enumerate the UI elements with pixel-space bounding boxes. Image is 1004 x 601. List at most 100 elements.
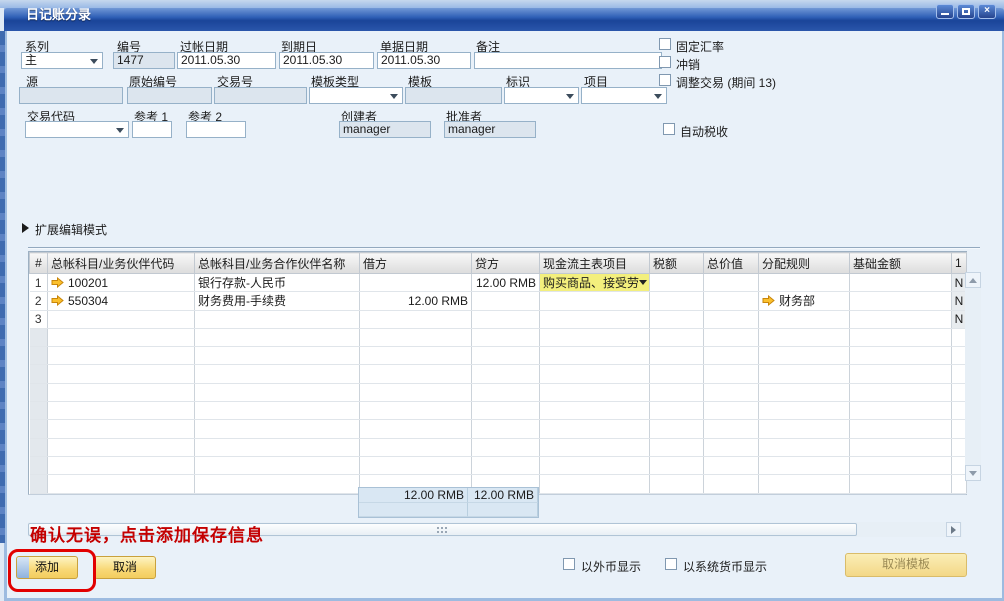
cell-gross-value[interactable] [704, 438, 759, 456]
cell-row-number[interactable]: 1 [30, 274, 48, 292]
cell-account-name[interactable] [195, 383, 360, 401]
cell-cashflow-item[interactable] [540, 402, 650, 420]
cell-account-name[interactable] [195, 402, 360, 420]
link-arrow-icon[interactable] [51, 295, 64, 306]
cell-cashflow-item[interactable] [540, 347, 650, 365]
origin-no-field[interactable] [127, 87, 212, 104]
column-header[interactable]: 1 [952, 253, 967, 274]
cell-distribution-rule[interactable]: 财务部 [759, 292, 850, 310]
cell-base-amount[interactable] [850, 310, 952, 328]
cell-debit[interactable]: 12.00 RMB [360, 292, 472, 310]
cell-row-number[interactable] [30, 420, 48, 438]
cell-distribution-rule[interactable] [759, 365, 850, 383]
column-header[interactable]: # [30, 253, 48, 274]
cell-base-amount[interactable] [850, 456, 952, 474]
cell-gross-value[interactable] [704, 292, 759, 310]
ref1-field[interactable] [132, 121, 172, 138]
cell-distribution-rule[interactable] [759, 456, 850, 474]
column-header[interactable]: 贷方 [472, 253, 540, 274]
display-sc-checkbox[interactable] [665, 558, 677, 570]
cell-row-number[interactable]: 2 [30, 292, 48, 310]
cell-account-name[interactable] [195, 310, 360, 328]
ref2-field[interactable] [186, 121, 246, 138]
cell-cashflow-item[interactable] [540, 310, 650, 328]
maximize-button[interactable] [957, 4, 975, 19]
cell-cashflow-item[interactable] [540, 365, 650, 383]
cell-row-number[interactable] [30, 438, 48, 456]
cell-cashflow-item[interactable] [540, 438, 650, 456]
number-field[interactable]: 1477 [113, 52, 175, 69]
cell-credit[interactable] [472, 420, 540, 438]
cell-cashflow-item[interactable] [540, 328, 650, 346]
cell-gross-value[interactable] [704, 420, 759, 438]
cell-cashflow-item[interactable]: 购买商品、接受劳 [540, 274, 650, 292]
cell-debit[interactable] [360, 274, 472, 292]
cell-distribution-rule[interactable] [759, 310, 850, 328]
cell-debit[interactable] [360, 365, 472, 383]
cell-base-amount[interactable] [850, 292, 952, 310]
vertical-scrollbar[interactable] [965, 272, 981, 481]
column-header[interactable]: 借方 [360, 253, 472, 274]
cell-distribution-rule[interactable] [759, 383, 850, 401]
cell-credit[interactable] [472, 456, 540, 474]
column-header[interactable]: 总帐科目/业务合作伙伴名称 [195, 253, 360, 274]
cell-account-name[interactable] [195, 438, 360, 456]
cell-base-amount[interactable] [850, 347, 952, 365]
scroll-up-button[interactable] [965, 272, 981, 288]
cell-credit[interactable] [472, 347, 540, 365]
link-arrow-icon[interactable] [51, 277, 64, 288]
cell-account-name[interactable] [195, 328, 360, 346]
cell-account-code[interactable] [48, 402, 195, 420]
column-header[interactable]: 税额 [650, 253, 704, 274]
cell-account-name[interactable] [195, 347, 360, 365]
cell-account-code[interactable] [48, 475, 195, 493]
scroll-down-button[interactable] [965, 465, 981, 481]
cell-credit[interactable] [472, 365, 540, 383]
trans-code-select[interactable] [25, 121, 129, 138]
due-date-field[interactable]: 2011.05.30 [279, 52, 374, 69]
cell-account-code[interactable] [48, 420, 195, 438]
cell-account-code[interactable]: 100201 [48, 274, 195, 292]
cell-base-amount[interactable] [850, 274, 952, 292]
cell-base-amount[interactable] [850, 438, 952, 456]
cell-debit[interactable] [360, 383, 472, 401]
cell-account-code[interactable] [48, 365, 195, 383]
cell-account-name[interactable] [195, 365, 360, 383]
cell-tax-amount[interactable] [650, 438, 704, 456]
cell-debit[interactable] [360, 310, 472, 328]
cell-row-number[interactable] [30, 456, 48, 474]
trans-no-field[interactable] [214, 87, 307, 104]
cell-account-name[interactable]: 财务费用-手续费 [195, 292, 360, 310]
cell-account-code[interactable] [48, 438, 195, 456]
cell-debit[interactable] [360, 347, 472, 365]
cancel-button[interactable]: 取消 [94, 556, 156, 579]
cell-base-amount[interactable] [850, 475, 952, 493]
cell-account-code[interactable] [48, 310, 195, 328]
cell-account-name[interactable]: 银行存款-人民币 [195, 274, 360, 292]
cell-cashflow-item[interactable] [540, 383, 650, 401]
cancel-template-button[interactable]: 取消模板 [845, 553, 967, 577]
template-type-select[interactable] [309, 87, 403, 104]
cell-distribution-rule[interactable] [759, 420, 850, 438]
cell-gross-value[interactable] [704, 347, 759, 365]
cell-tax-amount[interactable] [650, 456, 704, 474]
auto-tax-checkbox[interactable] [663, 123, 675, 135]
cell-account-name[interactable] [195, 456, 360, 474]
cell-debit[interactable] [360, 420, 472, 438]
column-header[interactable]: 总价值 [704, 253, 759, 274]
cell-tax-amount[interactable] [650, 475, 704, 493]
display-fc-checkbox[interactable] [563, 558, 575, 570]
cell-credit[interactable] [472, 383, 540, 401]
expanded-edit-mode-toggle[interactable]: 扩展编辑模式 [35, 221, 107, 238]
cell-distribution-rule[interactable] [759, 328, 850, 346]
cell-row-number[interactable] [30, 347, 48, 365]
cell-distribution-rule[interactable] [759, 402, 850, 420]
scroll-right-button[interactable] [946, 522, 961, 537]
cell-tax-amount[interactable] [650, 365, 704, 383]
minimize-button[interactable] [936, 4, 954, 19]
cell-credit[interactable] [472, 438, 540, 456]
cell-gross-value[interactable] [704, 475, 759, 493]
cell-account-code[interactable] [48, 328, 195, 346]
cell-debit[interactable] [360, 402, 472, 420]
fixed-rate-checkbox[interactable] [659, 38, 671, 50]
